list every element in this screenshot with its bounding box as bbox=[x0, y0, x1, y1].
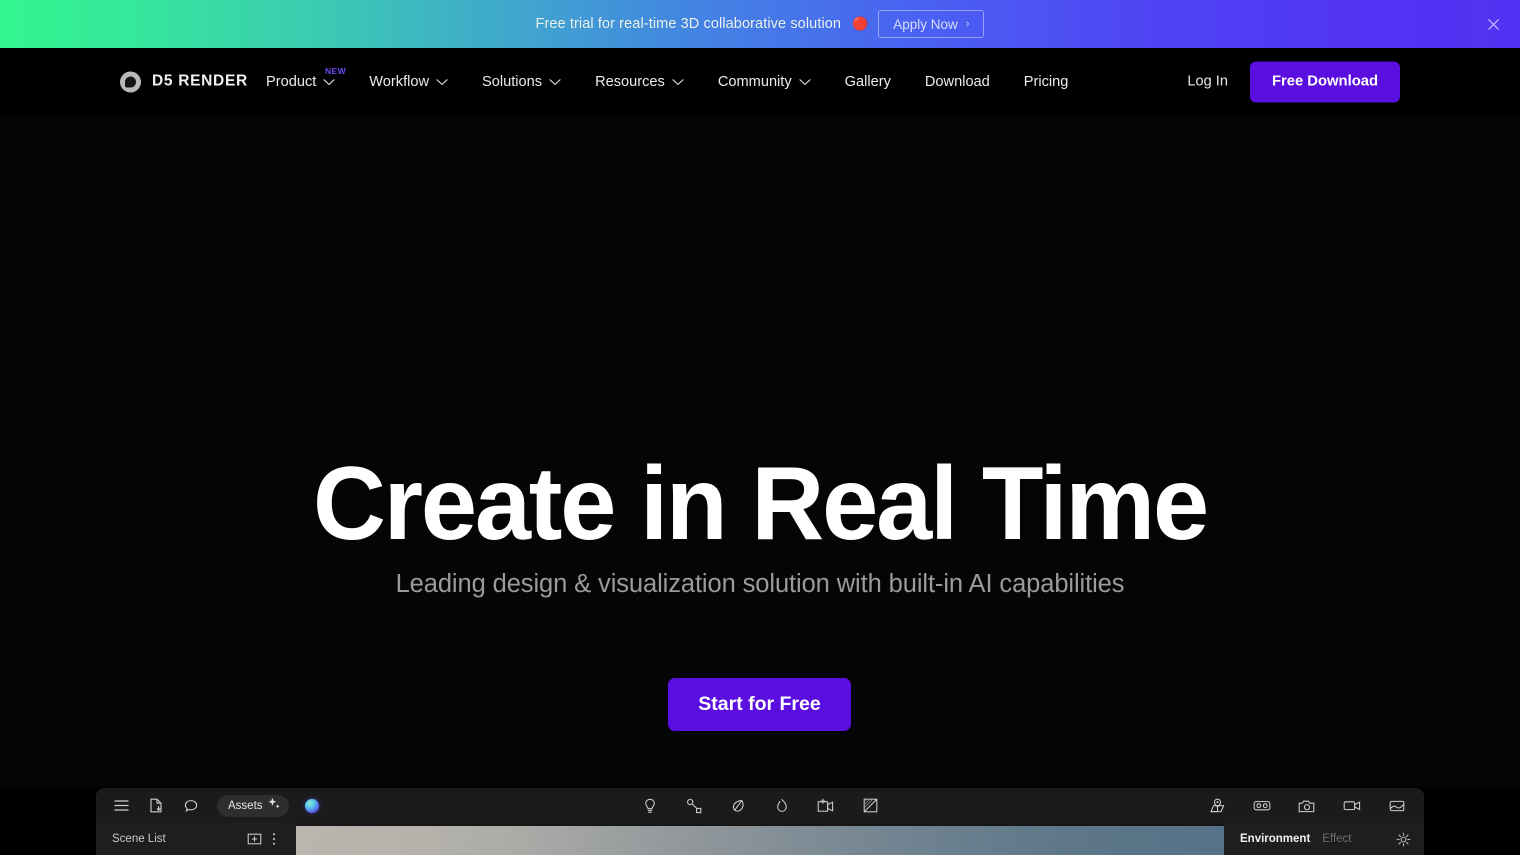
start-for-free-button[interactable]: Start for Free bbox=[668, 678, 851, 731]
nav-item-label: Pricing bbox=[1023, 73, 1069, 90]
chevron-down-icon bbox=[436, 78, 448, 85]
path-node-icon[interactable] bbox=[679, 793, 709, 819]
hamburger-menu-icon[interactable] bbox=[106, 793, 136, 819]
nav-item-label: Gallery bbox=[844, 73, 891, 90]
assets-button[interactable]: Assets bbox=[217, 794, 289, 817]
nav-item-label: Workflow bbox=[369, 73, 430, 90]
gear-icon[interactable] bbox=[1394, 830, 1412, 848]
promo-banner-text: Free trial for real-time 3D collaborativ… bbox=[535, 16, 842, 32]
nav-item-label: Resources bbox=[595, 73, 665, 90]
apply-now-button[interactable]: Apply Now › bbox=[878, 10, 985, 38]
app-toolbar-center-group bbox=[635, 793, 885, 819]
light-bulb-icon[interactable] bbox=[635, 793, 665, 819]
chevron-down-icon bbox=[549, 78, 561, 85]
nav-item-label: Download bbox=[924, 73, 990, 90]
main-navigation-bar: D5 RENDER Product NEW Workflow Solutions… bbox=[0, 48, 1520, 115]
chevron-down-icon bbox=[323, 78, 335, 85]
brand-name-label: D5 RENDER bbox=[152, 72, 248, 90]
nav-item-gallery[interactable]: Gallery bbox=[828, 65, 908, 99]
promo-banner: Free trial for real-time 3D collaborativ… bbox=[0, 0, 1520, 48]
gradient-orb-icon[interactable] bbox=[304, 798, 319, 813]
chevron-down-icon bbox=[799, 78, 811, 85]
d5-logo-icon bbox=[120, 71, 141, 92]
page-title: Create in Real Time bbox=[313, 446, 1209, 562]
apply-now-label: Apply Now bbox=[893, 16, 958, 32]
file-import-icon[interactable] bbox=[141, 793, 171, 819]
nav-item-workflow[interactable]: Workflow bbox=[352, 65, 465, 99]
log-in-link[interactable]: Log In bbox=[1187, 74, 1228, 90]
photo-camera-icon[interactable] bbox=[1292, 793, 1322, 819]
nav-actions: Log In Free Download bbox=[1187, 61, 1400, 102]
app-toolbar: Assets bbox=[96, 788, 1424, 823]
water-drop-icon[interactable] bbox=[767, 793, 797, 819]
leaf-icon[interactable] bbox=[723, 793, 753, 819]
close-icon[interactable] bbox=[1484, 15, 1502, 33]
nav-item-label: Community bbox=[717, 73, 792, 90]
hero-section: Create in Real Time Leading design & vis… bbox=[0, 115, 1520, 787]
app-toolbar-right-group bbox=[1202, 793, 1412, 819]
more-options-icon[interactable] bbox=[264, 829, 284, 849]
add-camera-icon[interactable] bbox=[811, 793, 841, 819]
nav-item-solutions[interactable]: Solutions bbox=[465, 65, 578, 99]
assets-label: Assets bbox=[228, 799, 263, 812]
free-download-button[interactable]: Free Download bbox=[1249, 61, 1400, 102]
nav-item-community[interactable]: Community bbox=[701, 65, 828, 99]
tab-effect[interactable]: Effect bbox=[1322, 833, 1351, 845]
red-dot-emoji-icon: 🔴 bbox=[852, 16, 869, 31]
add-scene-icon[interactable] bbox=[244, 829, 264, 849]
chevron-down-icon bbox=[672, 78, 684, 85]
render-viewport[interactable] bbox=[296, 826, 1224, 855]
ai-sparkle-icon bbox=[267, 796, 281, 815]
nav-item-resources[interactable]: Resources bbox=[578, 65, 701, 99]
promo-banner-content: Free trial for real-time 3D collaborativ… bbox=[536, 10, 985, 38]
brand-logo-link[interactable]: D5 RENDER bbox=[120, 71, 248, 92]
chevron-right-icon: › bbox=[965, 18, 970, 30]
nav-item-label: Solutions bbox=[482, 73, 543, 90]
tab-environment[interactable]: Environment bbox=[1240, 833, 1310, 845]
location-pin-icon[interactable] bbox=[1202, 793, 1232, 819]
video-camera-icon[interactable] bbox=[1337, 793, 1367, 819]
app-preview-window: Assets Scene List Environment Effect bbox=[96, 788, 1424, 855]
app-body: Scene List Environment Effect bbox=[96, 823, 1424, 855]
vr-goggles-icon[interactable] bbox=[1247, 793, 1277, 819]
scene-list-panel: Scene List bbox=[96, 823, 296, 855]
environment-panel: Environment Effect bbox=[1224, 823, 1424, 855]
app-toolbar-left-group: Assets bbox=[106, 793, 319, 819]
d5-logo-glyph bbox=[125, 76, 136, 87]
nav-item-download[interactable]: Download bbox=[908, 65, 1007, 99]
new-badge: NEW bbox=[325, 65, 347, 76]
nav-item-product[interactable]: Product NEW bbox=[266, 65, 352, 99]
nav-item-pricing[interactable]: Pricing bbox=[1007, 65, 1086, 99]
split-view-icon[interactable] bbox=[855, 793, 885, 819]
comment-bubble-icon[interactable] bbox=[176, 793, 206, 819]
panorama-icon[interactable] bbox=[1382, 793, 1412, 819]
hero-subtitle: Leading design & visualization solution … bbox=[395, 570, 1125, 598]
scene-list-title: Scene List bbox=[112, 833, 166, 845]
nav-links: Product NEW Workflow Solutions Resources… bbox=[266, 65, 1085, 99]
nav-item-label: Product bbox=[266, 73, 317, 90]
